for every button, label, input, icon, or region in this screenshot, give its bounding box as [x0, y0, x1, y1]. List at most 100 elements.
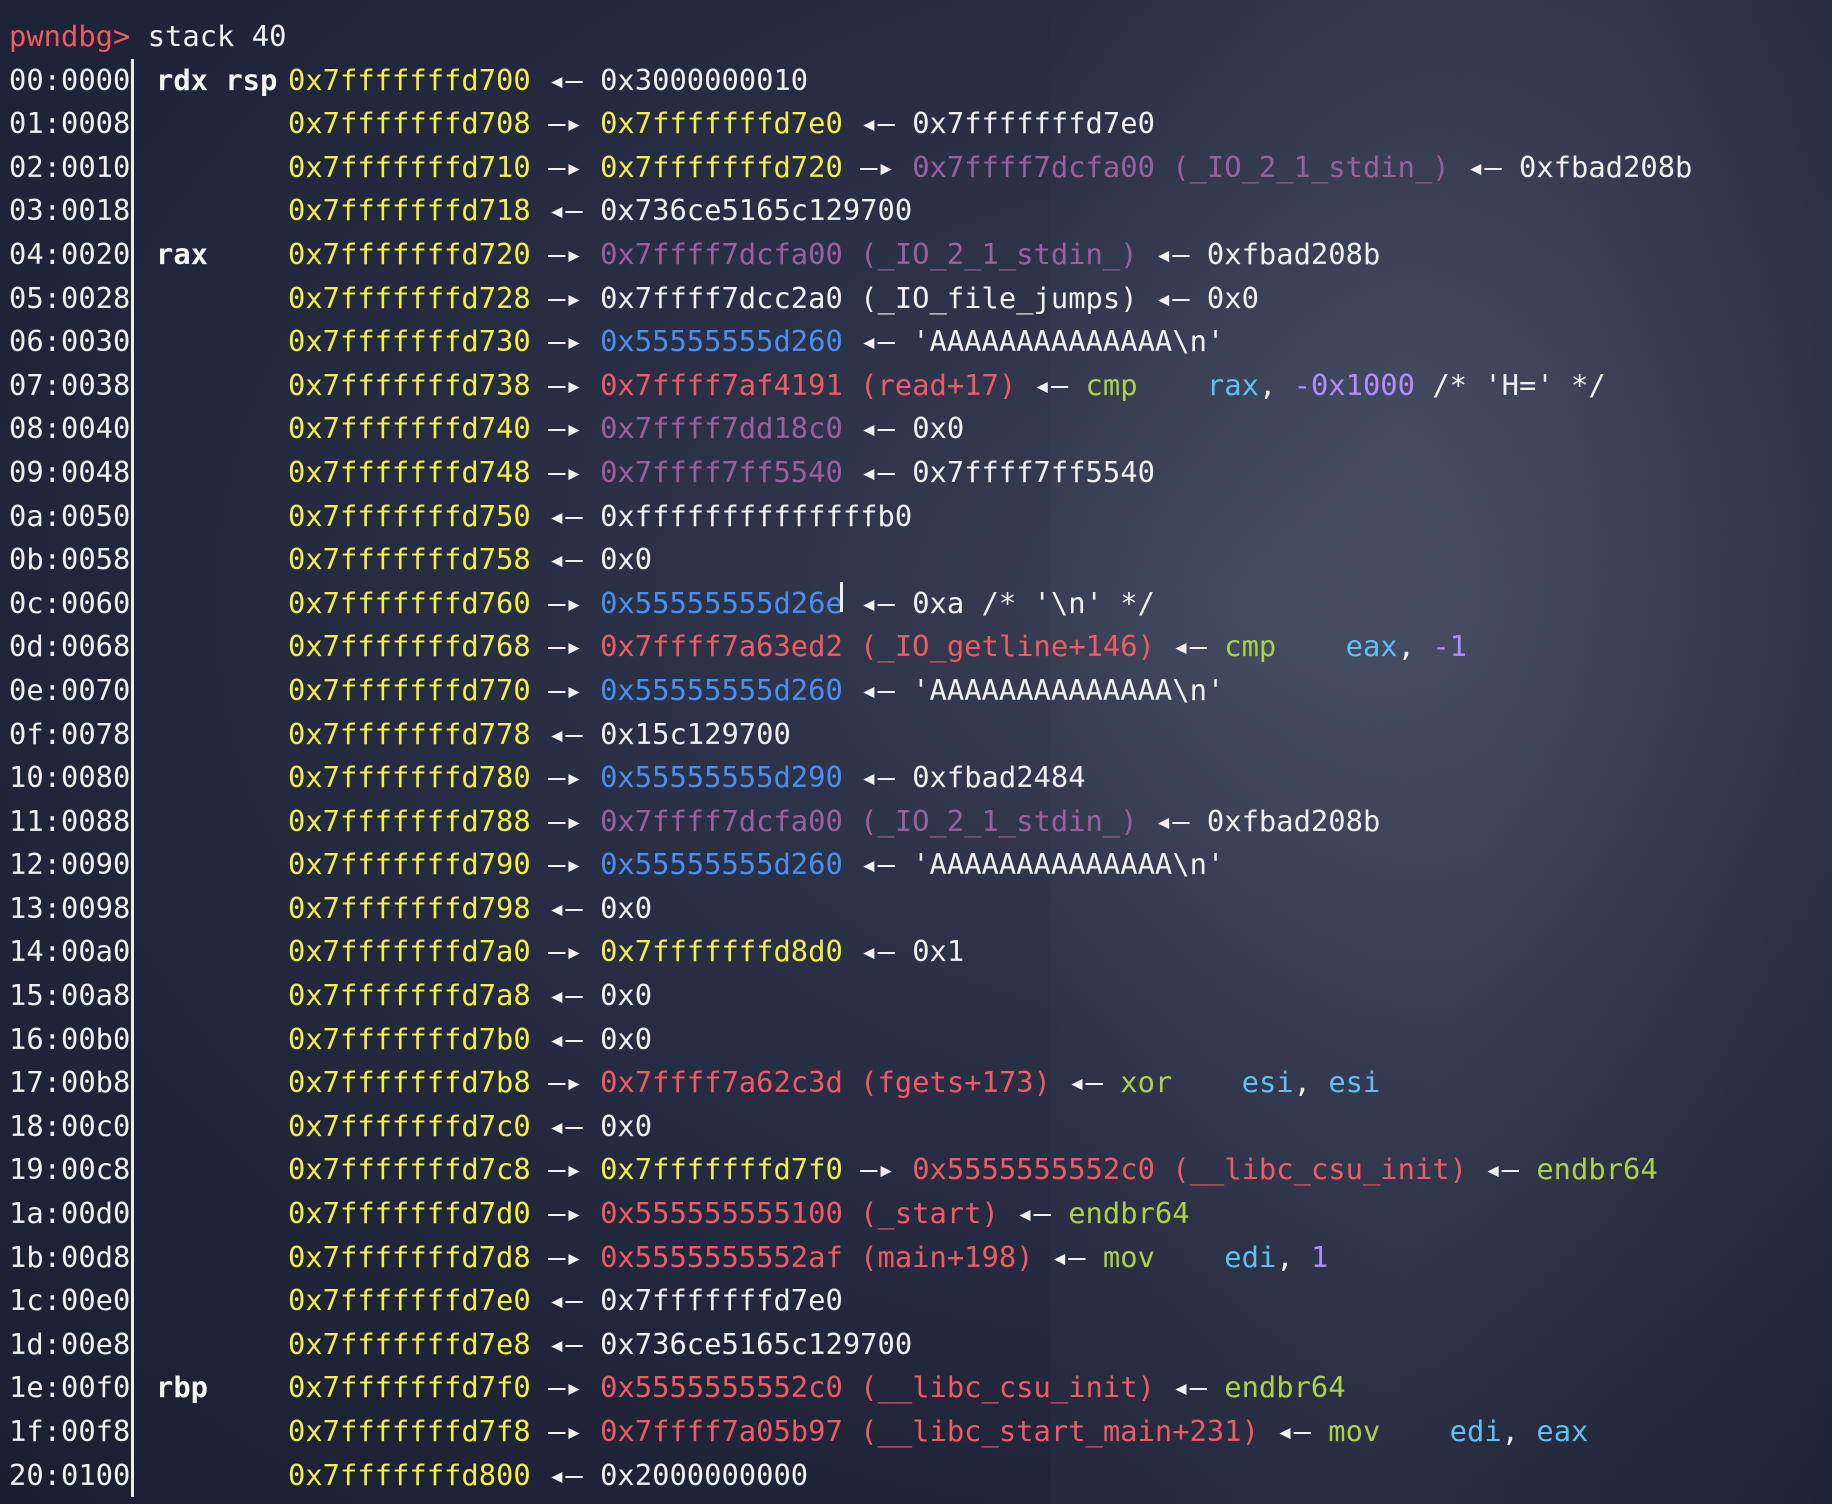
chain-value: 0x7fffffffd770: [288, 672, 531, 707]
chain-value: 0x55555555d26e: [600, 585, 843, 620]
register-label: [156, 189, 288, 233]
chain-value: 0x7ffff7ff5540: [600, 454, 843, 489]
chain-arrow: ◂—: [1258, 1414, 1329, 1448]
register-label: [156, 277, 288, 321]
chain-value: 0x15c129700: [600, 716, 791, 751]
chain-value: endbr64: [1536, 1152, 1658, 1187]
column-separator: [131, 1192, 134, 1236]
chain-value: 0x7ffff7dcc2a0 (_IO_file_jumps): [600, 280, 1138, 315]
pointer-chain: 0x7fffffffd790 —▸ 0x55555555d260 ◂— 'AAA…: [288, 843, 1224, 887]
register-label: [156, 800, 288, 844]
stack-row: 14:00a0 0x7fffffffd7a0 —▸ 0x7fffffffd8d0 …: [9, 930, 1692, 975]
chain-value: mov: [1328, 1414, 1381, 1448]
chain-value: 0x7fffffffd7e0: [288, 1283, 531, 1318]
chain-value: endbr64: [1224, 1370, 1346, 1405]
register-label: [156, 974, 288, 1018]
stack-index: 0c:0060: [9, 585, 131, 620]
pointer-chain: 0x7fffffffd7c0 ◂— 0x0: [288, 1105, 652, 1149]
chain-value: esi: [1328, 1065, 1381, 1100]
chain-value: 0x0: [600, 542, 653, 577]
terminal-output[interactable]: pwndbg> stack 40 00:0000 rdx rsp 0x7ffffff…: [9, 15, 1692, 1498]
register-label: [156, 1148, 288, 1192]
stack-row: 02:0010 0x7fffffffd710 —▸ 0x7fffffffd720 …: [9, 145, 1692, 190]
chain-arrow: ◂—: [842, 847, 913, 882]
chain-value: [1380, 1410, 1449, 1454]
register-label: rax: [156, 236, 209, 271]
chain-value: 0x7fffffffd798: [288, 890, 531, 925]
column-separator: [131, 232, 134, 277]
pointer-chain: 0x7fffffffd760 —▸ 0x55555555d26e ◂— 0xa …: [288, 581, 1155, 626]
chain-value: ,: [1501, 1414, 1537, 1448]
stack-index: 03:0018: [9, 193, 131, 228]
chain-value: 0x1: [912, 934, 965, 969]
chain-value: 0x7ffff7af4191 (read+17): [600, 367, 1017, 402]
column-separator: [131, 363, 134, 408]
pointer-chain: 0x7fffffffd7a8 ◂— 0x0: [288, 974, 652, 1018]
chain-arrow: ◂—: [842, 672, 913, 707]
column-separator: [131, 276, 134, 321]
chain-value: 0x736ce5165c129700: [600, 1326, 913, 1361]
stack-row: 0f:0078 0x7fffffffd778 ◂— 0x15c129700: [9, 712, 1692, 757]
chain-value: 0x7fffffffd7b0: [288, 1021, 531, 1056]
chain-value: 0x0: [600, 978, 653, 1013]
stack-row: 0c:0060 0x7fffffffd760 —▸ 0x55555555d26e …: [9, 581, 1692, 626]
pointer-chain: 0x7fffffffd738 —▸ 0x7ffff7af4191 (read+1…: [288, 364, 1606, 408]
chain-value: [1138, 364, 1207, 408]
stack-index: 09:0048: [9, 454, 131, 489]
chain-value: 0x2000000000: [600, 1457, 809, 1492]
chain-arrow: ◂—: [1137, 236, 1207, 271]
stack-row: 07:0038 0x7fffffffd738 —▸ 0x7ffff7af4191 …: [9, 363, 1692, 408]
chain-value: 0x7fffffffd7f0: [600, 1152, 843, 1187]
chain-arrow: ◂—: [530, 62, 601, 97]
chain-arrow: —▸: [530, 760, 601, 795]
chain-arrow: ◂—: [530, 1283, 601, 1318]
register-label: [156, 930, 288, 974]
column-separator: [131, 712, 134, 757]
chain-arrow: ◂—: [1449, 149, 1519, 184]
pointer-chain: 0x7fffffffd7d0 —▸ 0x555555555100 (_start…: [288, 1192, 1190, 1236]
stack-row: 20:0100 0x7fffffffd800 ◂— 0x2000000000: [9, 1453, 1692, 1498]
register-label: [156, 495, 288, 539]
chain-value: 0x7fffffffd7a8: [288, 978, 531, 1013]
pointer-chain: 0x7fffffffd758 ◂— 0x0: [288, 538, 652, 582]
chain-value: [1172, 1061, 1241, 1105]
chain-value: ,: [1397, 629, 1433, 664]
chain-arrow: —▸: [530, 1370, 601, 1405]
column-separator: [131, 625, 134, 669]
chain-value: 0x7ffff7dcfa00 (_IO_2_1_stdin_): [600, 803, 1138, 838]
stack-index: 00:0000: [9, 62, 131, 97]
pointer-chain: 0x7fffffffd7c8 —▸ 0x7fffffffd7f0 —▸ 0x55…: [288, 1148, 1658, 1192]
chain-arrow: —▸: [530, 149, 601, 184]
chain-value: 0x7fffffffd788: [288, 803, 531, 838]
pointer-chain: 0x7fffffffd700 ◂— 0x3000000010: [288, 59, 808, 103]
register-label: rdx rsp: [156, 62, 278, 97]
chain-value: 0x55555555d260: [600, 847, 843, 882]
column-separator: [131, 1322, 134, 1367]
pointer-chain: 0x7fffffffd720 —▸ 0x7ffff7dcfa00 (_IO_2_…: [288, 233, 1380, 277]
column-separator: [131, 581, 134, 626]
chain-arrow: —▸: [530, 280, 601, 315]
stack-index: 1f:00f8: [9, 1414, 131, 1448]
chain-value: 0x7fffffffd710: [288, 149, 531, 184]
stack-index: 19:00c8: [9, 1152, 131, 1187]
chain-value: 'AAAAAAAAAAAAAA\n': [912, 324, 1225, 359]
register-label: rbp: [156, 1370, 209, 1405]
chain-value: 0x7fffffffd780: [288, 760, 531, 795]
stack-row: 11:0088 0x7fffffffd788 —▸ 0x7ffff7dcfa00 …: [9, 799, 1692, 844]
chain-arrow: ◂—: [842, 324, 913, 359]
pointer-chain: 0x7fffffffd728 —▸ 0x7ffff7dcc2a0 (_IO_fi…: [288, 277, 1259, 321]
pointer-chain: 0x7fffffffd708 —▸ 0x7fffffffd7e0 ◂— 0x7f…: [288, 102, 1155, 146]
chain-value: 0x7fffffffd7d0: [288, 1196, 531, 1231]
stack-index: 07:0038: [9, 367, 131, 402]
chain-arrow: ◂—: [842, 454, 913, 489]
chain-value: 'AAAAAAAAAAAAAA\n': [912, 672, 1225, 707]
pointer-chain: 0x7fffffffd798 ◂— 0x0: [288, 887, 652, 931]
stack-index: 04:0020: [9, 236, 131, 271]
chain-arrow: ◂—: [842, 760, 913, 795]
column-separator: [131, 1453, 134, 1498]
column-separator: [131, 1148, 134, 1193]
stack-index: 1e:00f0: [9, 1370, 131, 1405]
chain-value: 0x7fffffffd738: [288, 367, 531, 402]
register-label: [156, 320, 288, 364]
chain-value: 0x736ce5165c129700: [600, 193, 913, 228]
